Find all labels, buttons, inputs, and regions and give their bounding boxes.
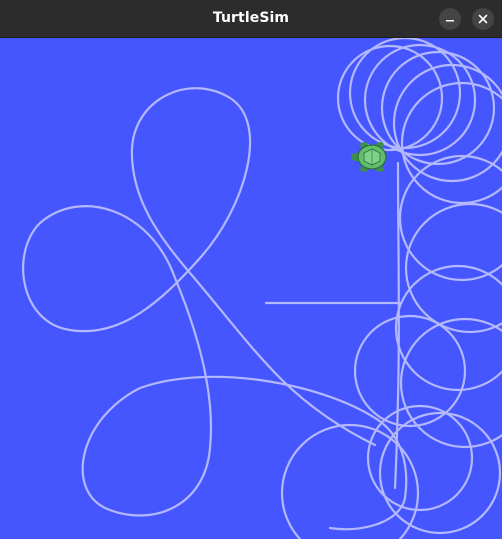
close-button[interactable]	[472, 8, 494, 30]
pen-trail	[336, 44, 444, 152]
pen-trail	[378, 411, 502, 535]
minimize-button[interactable]	[439, 8, 461, 30]
pen-trail	[398, 154, 502, 282]
window-title: TurtleSim	[212, 10, 290, 26]
trail-drawing	[22, 38, 502, 539]
minimize-icon	[446, 20, 454, 22]
close-icon	[478, 14, 488, 24]
turtle-canvas	[0, 38, 502, 539]
pen-trail	[404, 202, 502, 334]
pen-trail	[22, 87, 408, 531]
turtlesim-window: TurtleSim	[0, 0, 502, 539]
pen-trail	[353, 314, 467, 428]
turtle-icon	[351, 142, 387, 172]
title-bar[interactable]: TurtleSim	[0, 0, 502, 38]
